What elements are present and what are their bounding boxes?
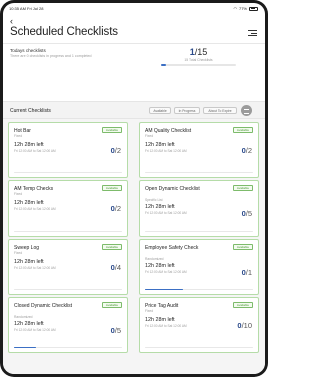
card-progress-fill	[14, 346, 36, 348]
checklist-card[interactable]: Open Dynamic Checklist Specific List Ava…	[139, 180, 259, 237]
card-type: Fixed	[145, 134, 154, 138]
card-title: Sweep Log	[14, 245, 40, 251]
time-left: 12h 28m left	[14, 259, 44, 265]
card-count: 0/5	[241, 209, 252, 218]
status-badge: Available	[101, 127, 122, 133]
status-badge: Available	[101, 302, 122, 308]
filter-in-progress[interactable]: In Progress	[174, 107, 200, 114]
due-window: Fri 12:00 AM to Sat 12:00 AM	[145, 149, 187, 153]
summary-progress-fill	[161, 64, 167, 66]
card-title: Employee Safety Check	[145, 245, 199, 251]
time-left: 12h 28m left	[14, 321, 44, 327]
checklist-card[interactable]: Closed Dynamic Checklist Randomized Avai…	[8, 297, 128, 353]
checklist-card[interactable]: Sweep Log Fixed Available 12h 28m left F…	[8, 239, 128, 295]
filter-about-to-expire[interactable]: About To Expire	[203, 107, 237, 114]
time-left: 12h 28m left	[145, 142, 175, 148]
status-time: 10:35 AM Fri Jul 28	[9, 6, 44, 11]
summary-progress-bar	[161, 64, 236, 66]
todays-summary: Todays checklists There are 0 checklists…	[10, 47, 258, 97]
card-type: Fixed	[14, 134, 23, 138]
menu-icon[interactable]	[248, 30, 257, 37]
battery-icon	[249, 6, 258, 11]
card-type: Specific List	[145, 198, 163, 202]
card-count: 0/4	[110, 263, 121, 272]
card-count: 0/1	[241, 268, 252, 277]
page-title: Scheduled Checklists	[10, 26, 118, 38]
status-badge: Available	[232, 244, 253, 250]
card-progress-bar	[14, 346, 122, 348]
status-badge: Available	[232, 127, 253, 133]
card-progress-fill	[145, 288, 183, 290]
time-left: 12h 28m left	[145, 263, 175, 269]
card-type: Randomized	[145, 257, 164, 261]
summary-label: Todays checklists	[10, 48, 46, 53]
status-badge: Available	[101, 244, 122, 250]
time-left: 12h 28m left	[14, 200, 44, 206]
card-progress-bar	[145, 230, 253, 232]
filter-available[interactable]: Available	[149, 107, 171, 114]
app-screen: 10:35 AM Fri Jul 28 ◠ 77% ‹ Scheduled Ch…	[3, 3, 265, 374]
back-chevron-icon[interactable]: ‹	[10, 16, 20, 26]
due-window: Fri 12:00 AM to Sat 12:00 AM	[145, 324, 187, 328]
card-count: 0/2	[110, 146, 121, 155]
due-window: Fri 12:00 AM to Sat 12:00 AM	[14, 266, 56, 270]
card-progress-bar	[145, 288, 253, 290]
battery-percent: 77%	[238, 6, 247, 11]
card-progress-bar	[14, 230, 122, 232]
status-badge: Available	[101, 185, 122, 191]
card-type: Randomized	[14, 315, 33, 319]
card-title: AM Temp Checks	[14, 186, 54, 192]
checklist-card[interactable]: Hot Bar Fixed Available 12h 28m left Fri…	[8, 122, 128, 178]
card-type: Fixed	[14, 192, 23, 196]
checklist-card[interactable]: Price Tag Audit Fixed Available 12h 28m …	[139, 297, 259, 353]
due-window: Fri 12:00 AM to Sat 12:00 AM	[145, 270, 187, 274]
summary-count: 1/15	[189, 47, 208, 57]
card-progress-bar	[145, 346, 253, 348]
current-checklists-bar: Current Checklists Available In Progress…	[3, 101, 265, 119]
due-window: Fri 12:00 AM to Sat 12:00 AM	[14, 328, 56, 332]
card-title: Open Dynamic Checklist	[145, 186, 200, 192]
checklist-card[interactable]: Employee Safety Check Randomized Availab…	[139, 239, 259, 295]
time-left: 12h 28m left	[145, 204, 175, 210]
section-title: Current Checklists	[10, 108, 51, 114]
card-progress-bar	[145, 171, 253, 173]
checklist-card[interactable]: AM Temp Checks Fixed Available 12h 28m l…	[8, 180, 128, 237]
checklist-card[interactable]: AM Quality Checklist Fixed Available 12h…	[139, 122, 259, 178]
card-title: Price Tag Audit	[145, 303, 179, 309]
card-type: Fixed	[14, 251, 23, 255]
due-window: Fri 12:00 AM to Sat 12:00 AM	[14, 207, 56, 211]
card-count: 0/2	[241, 146, 252, 155]
status-badge: Available	[232, 185, 253, 191]
card-progress-bar	[14, 288, 122, 290]
time-left: 12h 28m left	[145, 317, 175, 323]
summary-subtitle: There are 0 checklists in progress and 1…	[10, 54, 92, 58]
status-bar: 10:35 AM Fri Jul 28 ◠ 77%	[3, 3, 265, 13]
wifi-icon: ◠	[233, 6, 237, 11]
time-left: 12h 28m left	[14, 142, 44, 148]
card-title: AM Quality Checklist	[145, 128, 192, 134]
filter-icon[interactable]	[241, 105, 252, 116]
summary-total-label: 15 Total Checklists	[184, 58, 213, 62]
header-divider	[3, 43, 265, 44]
status-badge: Available	[232, 302, 253, 308]
card-title: Hot Bar	[14, 128, 31, 134]
card-title: Closed Dynamic Checklist	[14, 303, 73, 309]
due-window: Fri 12:00 AM to Sat 12:00 AM	[145, 211, 187, 215]
card-count: 0/5	[110, 326, 121, 335]
card-progress-bar	[14, 171, 122, 173]
due-window: Fri 12:00 AM to Sat 12:00 AM	[14, 149, 56, 153]
checklist-grid: Hot Bar Fixed Available 12h 28m left Fri…	[3, 119, 265, 374]
card-count: 0/10	[237, 321, 252, 330]
card-type: Fixed	[145, 309, 154, 313]
tablet-frame: 10:35 AM Fri Jul 28 ◠ 77% ‹ Scheduled Ch…	[0, 0, 268, 377]
card-count: 0/2	[110, 204, 121, 213]
